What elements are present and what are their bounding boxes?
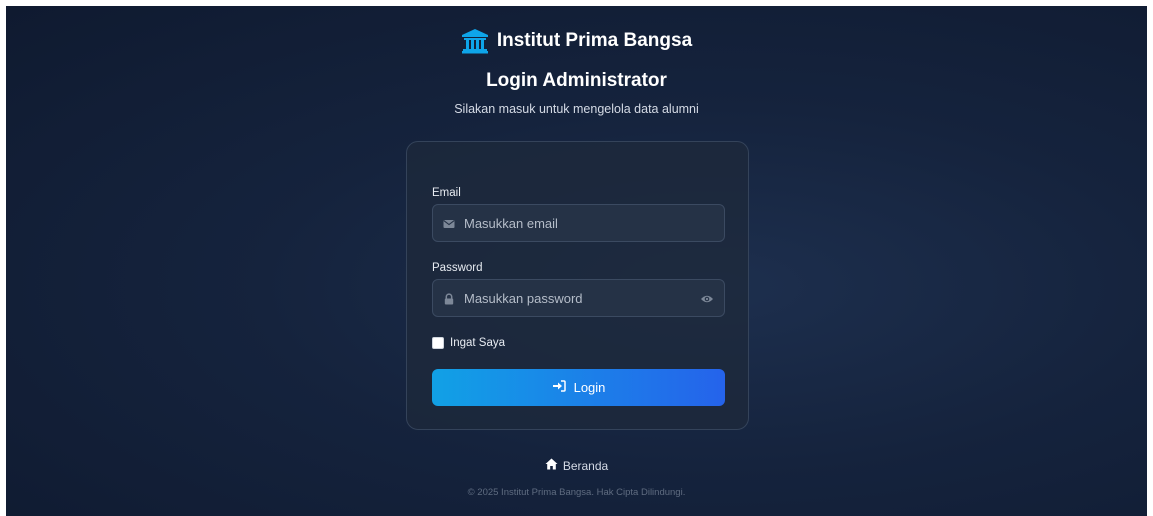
home-icon xyxy=(545,458,558,473)
home-link[interactable]: Beranda xyxy=(6,458,1147,473)
brand-name: Institut Prima Bangsa xyxy=(496,30,693,51)
login-page: Institut Prima Bangsa Login Administrato… xyxy=(6,6,1147,516)
envelope-icon xyxy=(443,217,455,229)
remember-label: Ingat Saya xyxy=(450,337,505,349)
password-field[interactable] xyxy=(432,279,725,317)
page-title: Login Administrator xyxy=(486,70,667,91)
email-label: Email xyxy=(432,187,461,199)
brand: Institut Prima Bangsa xyxy=(6,28,1147,54)
password-label: Password xyxy=(432,262,483,274)
home-link-label: Beranda xyxy=(562,458,609,473)
university-icon xyxy=(461,28,489,54)
eye-icon[interactable] xyxy=(700,292,714,304)
copyright: © 2025 Institut Prima Bangsa. Hak Cipta … xyxy=(467,487,686,498)
login-card: Email Password xyxy=(406,141,749,430)
login-button[interactable]: Login xyxy=(432,369,725,406)
email-input[interactable] xyxy=(464,215,724,231)
page-subtitle: Silakan masuk untuk mengelola data alumn… xyxy=(454,102,699,116)
lock-icon xyxy=(443,292,455,305)
remember-checkbox[interactable] xyxy=(432,337,444,349)
login-button-label: Login xyxy=(573,380,606,395)
password-input[interactable] xyxy=(464,290,700,306)
sign-in-icon xyxy=(552,380,566,395)
remember-me[interactable]: Ingat Saya xyxy=(432,337,505,349)
email-field[interactable] xyxy=(432,204,725,242)
